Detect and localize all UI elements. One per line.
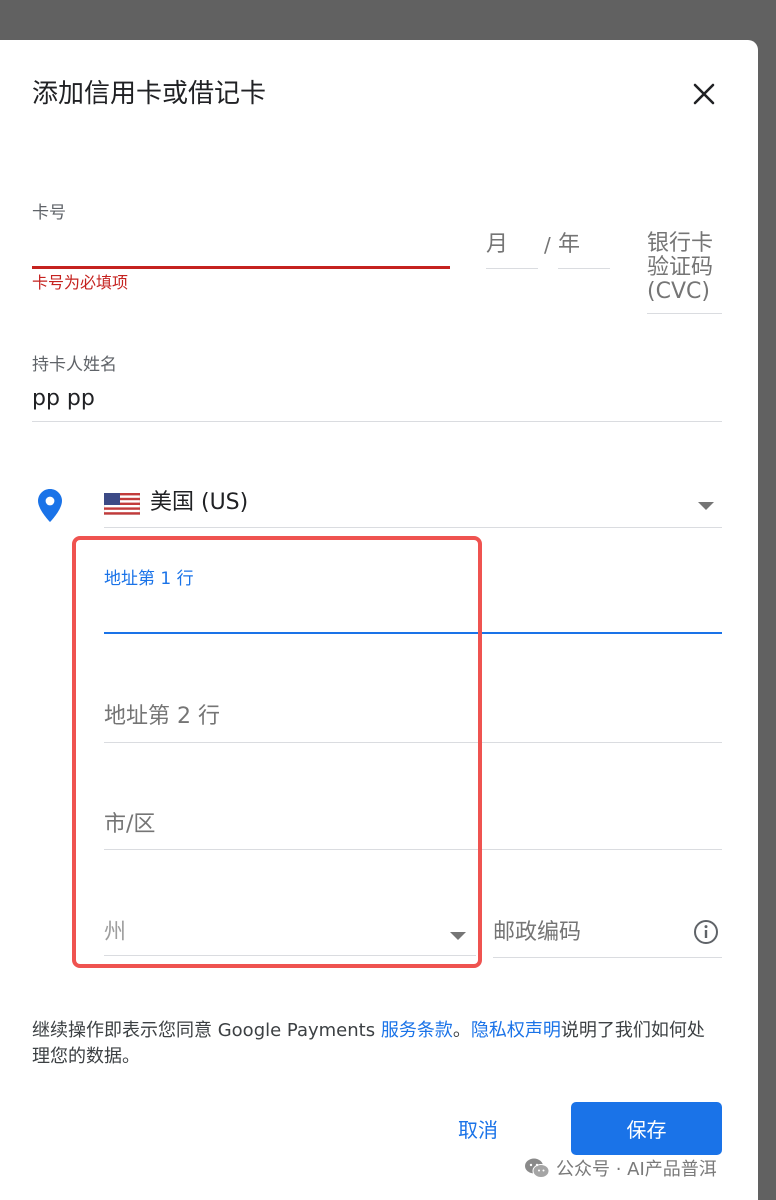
legal-notice: 继续操作即表示您同意 Google Payments 服务条款。隐私权声明说明了… — [32, 1018, 722, 1070]
cancel-button[interactable]: 取消 — [430, 1102, 526, 1154]
state-underline — [104, 955, 476, 956]
state-select[interactable]: 州 — [104, 916, 476, 960]
address-line2-field[interactable]: 地址第 2 行 — [104, 700, 722, 744]
city-underline — [104, 849, 722, 850]
legal-mid: 。 — [452, 1020, 471, 1041]
cardholder-name-label: 持卡人姓名 — [32, 355, 117, 375]
dialog-title: 添加信用卡或借记卡 — [32, 79, 267, 109]
country-value: 美国 (US) — [150, 490, 249, 515]
postal-code-underline — [493, 957, 722, 958]
postal-code-field[interactable]: 邮政编码 — [493, 916, 722, 960]
city-placeholder: 市/区 — [104, 812, 156, 837]
state-placeholder: 州 — [104, 920, 127, 945]
city-field[interactable]: 市/区 — [104, 808, 722, 852]
card-number-field[interactable]: 卡号 — [32, 200, 450, 270]
save-button[interactable]: 保存 — [571, 1102, 722, 1155]
card-number-label: 卡号 — [32, 203, 66, 223]
address-line2-underline — [104, 742, 722, 743]
address-line2-placeholder: 地址第 2 行 — [104, 704, 220, 729]
chevron-down-icon — [450, 932, 466, 940]
watermark: 公众号 · AI产品普洱 — [524, 1152, 717, 1184]
address-line1-field[interactable]: 地址第 1 行 — [104, 564, 722, 636]
expiry-month-placeholder: 月 — [486, 232, 509, 257]
postal-code-placeholder: 邮政编码 — [493, 920, 582, 945]
cvc-underline — [647, 313, 722, 314]
expiry-year-field[interactable]: 年 — [558, 228, 610, 270]
cardholder-name-field[interactable]: 持卡人姓名 pp pp — [32, 350, 722, 422]
card-number-error: 卡号为必填项 — [32, 273, 129, 292]
add-card-dialog: 添加信用卡或借记卡 卡号 卡号为必填项 月 / 年 银行卡验证码 (CVC) 持… — [0, 40, 758, 1200]
address-line1-underline — [104, 632, 722, 634]
expiry-month-field[interactable]: 月 — [486, 228, 538, 270]
close-button[interactable] — [680, 74, 728, 114]
cardholder-name-underline — [32, 421, 722, 422]
expiry-month-underline — [486, 268, 538, 269]
expiry-separator: / — [544, 233, 551, 257]
legal-prefix: 继续操作即表示您同意 Google Payments — [32, 1020, 381, 1041]
expiry-year-underline — [558, 268, 610, 269]
us-flag-icon — [104, 493, 140, 515]
address-line1-label: 地址第 1 行 — [104, 569, 194, 589]
country-select[interactable]: 美国 (US) — [104, 484, 722, 528]
cvc-field[interactable]: 银行卡验证码 (CVC) — [647, 232, 722, 314]
terms-of-service-link[interactable]: 服务条款 — [381, 1020, 453, 1041]
wechat-icon — [525, 1158, 550, 1178]
expiry-year-placeholder: 年 — [558, 232, 581, 257]
cardholder-name-value: pp pp — [32, 386, 95, 411]
info-icon[interactable] — [693, 919, 719, 945]
privacy-notice-link[interactable]: 隐私权声明 — [471, 1020, 561, 1041]
location-pin-icon — [38, 489, 62, 522]
chevron-down-icon — [698, 502, 714, 510]
watermark-text: 公众号 · AI产品普洱 — [556, 1159, 717, 1180]
country-underline — [104, 527, 722, 528]
card-number-underline — [32, 266, 450, 269]
close-icon — [693, 83, 715, 105]
cvc-placeholder: 银行卡验证码 (CVC) — [647, 231, 714, 304]
